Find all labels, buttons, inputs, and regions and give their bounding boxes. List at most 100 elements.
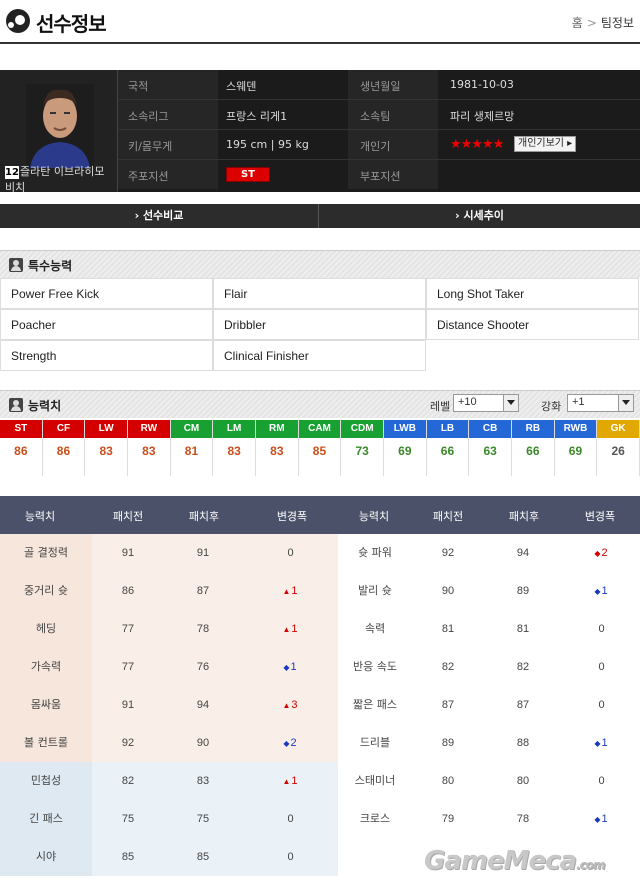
arrow-up-icon: ▲ [282, 777, 291, 786]
stat-diff: ▲3 [242, 686, 338, 724]
page-header: 선수정보 홈 > 팀정보 [0, 0, 640, 44]
league-value: 프랑스 리게1 [226, 110, 288, 123]
soccer-ball-icon [6, 9, 30, 33]
stat-diff-value: 0 [287, 851, 294, 863]
position-rating: 66 [440, 444, 455, 458]
position-cell: LWB 69 [384, 420, 427, 476]
col-header: 변경폭 [584, 510, 616, 523]
stat-before: 92 [412, 534, 484, 572]
player-name: 즐라탄 이브라히모 [20, 165, 105, 178]
position-tag: RW [128, 420, 170, 438]
gamemeca-watermark: GameMeca.com [424, 846, 606, 876]
stat-after: 81 [484, 610, 562, 648]
position-tag: RWB [554, 420, 597, 438]
birth-label: 생년월일 [348, 70, 438, 99]
stat-after: 94 [164, 686, 242, 724]
stat-diff-value: 0 [287, 547, 294, 559]
stat-diff-value: 0 [598, 775, 605, 787]
team-value: 파리 생제르망 [450, 110, 515, 123]
watermark-text: GameMeca [424, 846, 577, 876]
stat-diff: ◆2 [562, 534, 640, 572]
stat-diff: 0 [562, 648, 640, 686]
stat-after: 78 [164, 610, 242, 648]
info-row-league: 소속리그 프랑스 리게1 소속팀 파리 생제르망 [118, 100, 640, 130]
info-row-position: 주포지션 ST 부포지션 [118, 160, 640, 190]
stat-name: 몸싸움 [0, 686, 92, 724]
position-cell: GK 26 [597, 420, 640, 476]
stat-before: 90 [412, 572, 484, 610]
stat-name: 스태미너 [338, 762, 412, 800]
stat-diff: ◆1 [562, 800, 640, 838]
position-tag: CDM [341, 420, 383, 438]
col-header: 패치후 [188, 510, 220, 523]
arrow-down-icon: ◆ [594, 587, 601, 596]
position-cell: RM 83 [256, 420, 299, 476]
trait-item: Long Shot Taker [426, 278, 639, 309]
position-rating: 83 [227, 444, 241, 458]
stat-after: 76 [164, 648, 242, 686]
view-skills-button[interactable]: 개인기보기 ▸ [514, 136, 577, 152]
stat-after: 87 [164, 572, 242, 610]
position-rating: 66 [526, 444, 540, 458]
stat-name: 볼 컨트롤 [0, 724, 92, 762]
position-cell: RB 66 [512, 420, 555, 476]
position-rating: 69 [398, 444, 412, 458]
col-header: 패치후 [508, 510, 540, 523]
player-info-card: 12 즐라탄 이브라히모 비치 국적 스웨덴 생년월일 1981-10-03 소… [0, 70, 640, 192]
trait-item: Flair [213, 278, 426, 309]
position-cell: CDM 73 [341, 420, 384, 476]
position-rating: 83 [270, 444, 284, 458]
trait-item: Clinical Finisher [213, 340, 426, 371]
stat-before: 89 [412, 724, 484, 762]
position-rating: 63 [483, 444, 497, 458]
main-position-badge: ST [226, 167, 270, 182]
arrow-down-icon: ◆ [594, 739, 601, 748]
arrow-up-icon: ▲ [282, 587, 291, 596]
level-label: 레벨 [430, 400, 451, 413]
position-rating: 69 [568, 444, 583, 458]
table-row: 몸싸움 91 94 ▲3 짧은 패스 87 87 0 [0, 686, 640, 724]
stat-name: 속력 [338, 610, 412, 648]
stat-after: 75 [164, 800, 242, 838]
stat-before: 91 [92, 534, 164, 572]
arrow-up-icon: ◆ [594, 549, 601, 558]
stat-diff: 0 [242, 838, 338, 876]
stat-diff: 0 [242, 800, 338, 838]
traits-title: 특수능력 [28, 259, 73, 273]
price-trend-button[interactable]: › 시세추이 [320, 204, 639, 228]
stat-diff: 0 [562, 686, 640, 724]
stat-diff-value: 0 [598, 699, 605, 711]
watermark-suffix: .com [576, 858, 605, 872]
trait-item: Power Free Kick [0, 278, 213, 309]
stat-after: 78 [484, 800, 562, 838]
breadcrumb-home[interactable]: 홈 [572, 16, 583, 30]
stat-name: 발리 슛 [338, 572, 412, 610]
stat-after: 89 [484, 572, 562, 610]
position-rating: 83 [142, 444, 156, 458]
birth-value: 1981-10-03 [450, 78, 514, 91]
level-select-value: +10 [458, 396, 477, 408]
stat-before: 92 [92, 724, 164, 762]
arrow-down-icon: ◆ [594, 815, 601, 824]
stat-before: 87 [412, 686, 484, 724]
player-info-grid: 국적 스웨덴 생년월일 1981-10-03 소속리그 프랑스 리게1 소속팀 … [118, 70, 640, 192]
stat-name: 중거리 슛 [0, 572, 92, 610]
position-tag: LW [85, 420, 127, 438]
position-cell: LW 83 [85, 420, 128, 476]
enhance-select[interactable]: +1 [567, 394, 634, 412]
stat-before: 80 [412, 762, 484, 800]
stat-diff-value: 1 [291, 585, 298, 597]
arrow-down-icon: ◆ [283, 739, 290, 748]
table-row: 골 결정력 91 91 0 슛 파워 92 94 ◆2 [0, 534, 640, 572]
stat-before: 75 [92, 800, 164, 838]
stat-diff: ◆2 [242, 724, 338, 762]
stat-diff-value: 0 [598, 661, 605, 673]
stat-name: 짧은 패스 [338, 686, 412, 724]
level-select[interactable]: +10 [453, 394, 519, 412]
compare-players-button[interactable]: › 선수비교 [0, 204, 319, 228]
user-icon [9, 258, 23, 272]
breadcrumb-current[interactable]: 팀정보 [601, 16, 634, 30]
position-rating: 86 [56, 444, 71, 458]
position-cell: RW 83 [128, 420, 171, 476]
table-row: 민첩성 82 83 ▲1 스태미너 80 80 0 [0, 762, 640, 800]
